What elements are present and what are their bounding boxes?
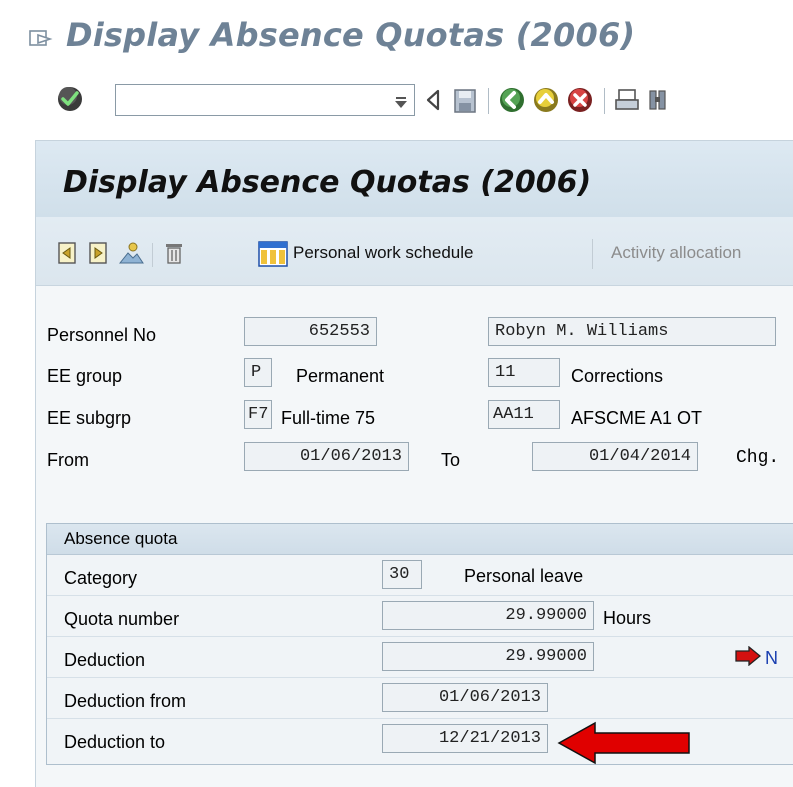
save-icon[interactable] <box>453 88 477 118</box>
category-code-field: 30 <box>382 560 422 589</box>
to-date-field[interactable]: 01/04/2014 <box>532 442 698 471</box>
application-panel: Display Absence Quotas (2006) Personal w… <box>35 140 793 787</box>
window-title-bar: Display Absence Quotas (2006) <box>28 10 793 60</box>
from-date-field[interactable]: 01/06/2013 <box>244 442 409 471</box>
category-label: Category <box>64 568 138 588</box>
application-header: Display Absence Quotas (2006) <box>36 141 793 217</box>
quota-number-label: Quota number <box>64 609 180 629</box>
personnel-no-label: Personnel No <box>47 325 157 345</box>
deduction-link[interactable]: N <box>765 648 778 669</box>
enter-check-icon[interactable] <box>55 84 85 118</box>
quota-unit-text: Hours <box>603 608 652 628</box>
from-label: From <box>47 450 89 470</box>
navigate-arrow-icon[interactable] <box>735 645 762 670</box>
application-toolbar: Personal work schedule Activity allocati… <box>36 217 793 286</box>
calendar-icon[interactable] <box>258 241 288 271</box>
deduction-label: Deduction <box>64 650 146 670</box>
payroll-area-code-field: AA11 <box>488 400 560 429</box>
ee-subgrp-code-field: F7 <box>244 400 272 429</box>
personnel-area-text: Corrections <box>571 366 664 386</box>
absence-quota-group-title: Absence quota <box>64 529 178 548</box>
deduction-from-label: Deduction from <box>64 691 187 711</box>
ee-group-text: Permanent <box>296 366 385 386</box>
deduction-to-label: Deduction to <box>64 732 166 752</box>
window-title: Display Absence Quotas (2006) <box>66 16 636 54</box>
print-icon[interactable] <box>614 88 640 116</box>
cancel-red-icon[interactable] <box>566 86 594 118</box>
chevron-down-icon[interactable] <box>394 94 408 113</box>
category-text: Personal leave <box>464 566 584 586</box>
quota-number-field: 29.99000 <box>382 601 594 630</box>
change-label: Chg. <box>736 448 780 468</box>
deduction-field: 29.99000 <box>382 642 594 671</box>
personal-work-schedule-button[interactable]: Personal work schedule <box>293 243 473 263</box>
find-icon[interactable] <box>648 88 668 116</box>
ee-group-code-field: P <box>244 358 272 387</box>
ee-subgrp-label: EE subgrp <box>47 408 132 428</box>
personnel-no-field[interactable]: 652553 <box>244 317 377 346</box>
activity-allocation-button[interactable]: Activity allocation <box>611 243 741 263</box>
absence-quota-group-header: Absence quota <box>47 524 793 555</box>
deduction-to-field: 12/21/2013 <box>382 724 548 753</box>
deduction-from-field: 01/06/2013 <box>382 683 548 712</box>
command-field[interactable] <box>115 84 415 116</box>
command-input[interactable] <box>120 86 374 116</box>
ee-group-label: EE group <box>47 366 123 386</box>
previous-record-icon[interactable] <box>56 241 78 269</box>
system-toolbar <box>0 66 793 130</box>
absence-quota-group: Absence quota Category 30 Personal leave… <box>46 523 793 765</box>
ee-subgrp-text: Full-time 75 <box>281 408 376 428</box>
back-green-icon[interactable] <box>498 86 526 118</box>
page-title: Display Absence Quotas (2006) <box>63 165 592 200</box>
to-label: To <box>441 450 461 470</box>
menu-icon[interactable] <box>28 22 54 48</box>
exit-yellow-icon[interactable] <box>532 86 560 118</box>
annotation-red-arrow-icon <box>557 720 692 770</box>
overview-icon[interactable] <box>118 241 144 269</box>
next-record-icon[interactable] <box>87 241 109 269</box>
back-arrow-icon[interactable] <box>424 88 442 116</box>
employee-name-field: Robyn M. Williams <box>488 317 776 346</box>
payroll-area-text: AFSCME A1 OT <box>571 408 703 428</box>
delete-icon[interactable] <box>164 241 184 269</box>
personnel-area-code-field: 11 <box>488 358 560 387</box>
